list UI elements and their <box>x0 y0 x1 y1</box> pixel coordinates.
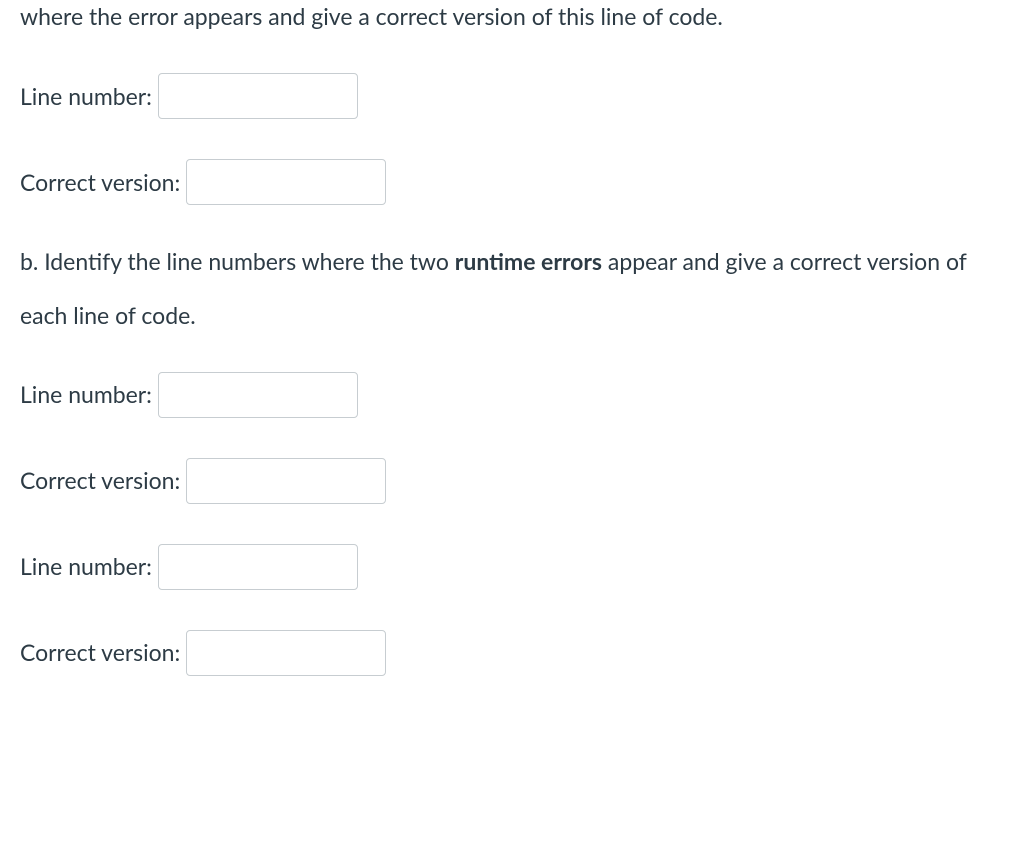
field-row-b-version-2: Correct version: <box>20 630 1004 676</box>
line-number-input-a[interactable] <box>158 73 358 119</box>
line-number-input-b1[interactable] <box>158 372 358 418</box>
part-b-prompt-post: appear and give a correct version of <box>602 247 967 275</box>
correct-version-input-a[interactable] <box>186 159 386 205</box>
field-row-a-line: Line number: <box>20 73 1004 119</box>
part-b-prompt-bold: runtime errors <box>455 247 602 275</box>
line-number-label: Line number: <box>20 80 152 113</box>
part-b-prompt-line2: each line of code. <box>20 299 1004 332</box>
field-row-a-version: Correct version: <box>20 159 1004 205</box>
correct-version-input-b2[interactable] <box>186 630 386 676</box>
field-row-b-line-1: Line number: <box>20 372 1004 418</box>
correct-version-label-b2: Correct version: <box>20 636 180 669</box>
correct-version-label-b1: Correct version: <box>20 464 180 497</box>
part-b-prompt-pre: b. Identify the line numbers where the t… <box>20 247 455 275</box>
intro-text-fragment: where the error appears and give a corre… <box>20 0 1004 33</box>
field-row-b-version-1: Correct version: <box>20 458 1004 504</box>
field-row-b-line-2: Line number: <box>20 544 1004 590</box>
line-number-label-b1: Line number: <box>20 378 152 411</box>
correct-version-label: Correct version: <box>20 166 180 199</box>
correct-version-input-b1[interactable] <box>186 458 386 504</box>
line-number-label-b2: Line number: <box>20 550 152 583</box>
part-b-prompt-line1: b. Identify the line numbers where the t… <box>20 245 1004 278</box>
line-number-input-b2[interactable] <box>158 544 358 590</box>
